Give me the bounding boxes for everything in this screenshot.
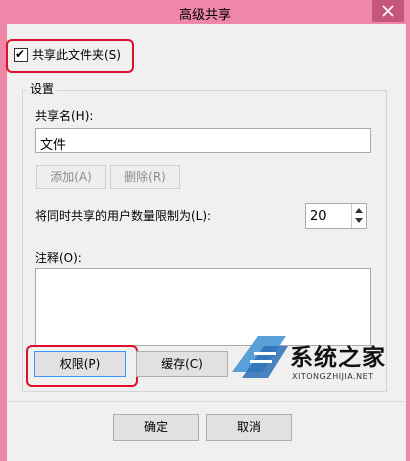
- remove-button[interactable]: 删除(R): [110, 165, 180, 189]
- permissions-button[interactable]: 权限(P): [34, 351, 126, 377]
- share-folder-checkbox[interactable]: ✔: [14, 46, 28, 62]
- window-border-left: [0, 24, 7, 461]
- stepper-arrows: [351, 204, 366, 228]
- watermark-logo-icon: [232, 336, 288, 378]
- user-limit-label: 将同时共享的用户数量限制为(L):: [35, 209, 212, 223]
- caching-button[interactable]: 缓存(C): [136, 351, 228, 377]
- window-title: 高级共享: [178, 8, 231, 23]
- footer-separator: [7, 401, 406, 402]
- window-border-right: [406, 24, 410, 461]
- watermark-text: 系统之家: [290, 344, 386, 371]
- share-name-value: 文件: [40, 138, 67, 153]
- cancel-button[interactable]: 取消: [206, 414, 292, 441]
- checkmark-icon: ✔: [15, 46, 26, 61]
- close-button[interactable]: [372, 0, 404, 22]
- stepper-up-icon[interactable]: [355, 208, 363, 213]
- share-name-label: 共享名(H):: [35, 109, 94, 123]
- stepper-down-icon[interactable]: [355, 218, 363, 223]
- add-button[interactable]: 添加(A): [36, 165, 106, 189]
- watermark-subtext: XITONGZHIJIA.NET: [292, 372, 374, 381]
- close-icon: [382, 5, 394, 17]
- user-limit-stepper[interactable]: 20: [305, 203, 367, 229]
- share-folder-checkbox-row[interactable]: ✔ 共享此文件夹(S): [14, 46, 121, 63]
- share-folder-label: 共享此文件夹(S): [32, 48, 121, 62]
- watermark: 系统之家 XITONGZHIJIA.NET: [228, 330, 410, 390]
- share-name-input[interactable]: 文件: [35, 128, 371, 153]
- ok-button[interactable]: 确定: [113, 414, 199, 441]
- comment-label: 注释(O):: [35, 251, 82, 265]
- settings-group-title: 设置: [27, 80, 58, 97]
- title-bar: 高级共享: [0, 0, 410, 24]
- user-limit-value: 20: [310, 209, 327, 224]
